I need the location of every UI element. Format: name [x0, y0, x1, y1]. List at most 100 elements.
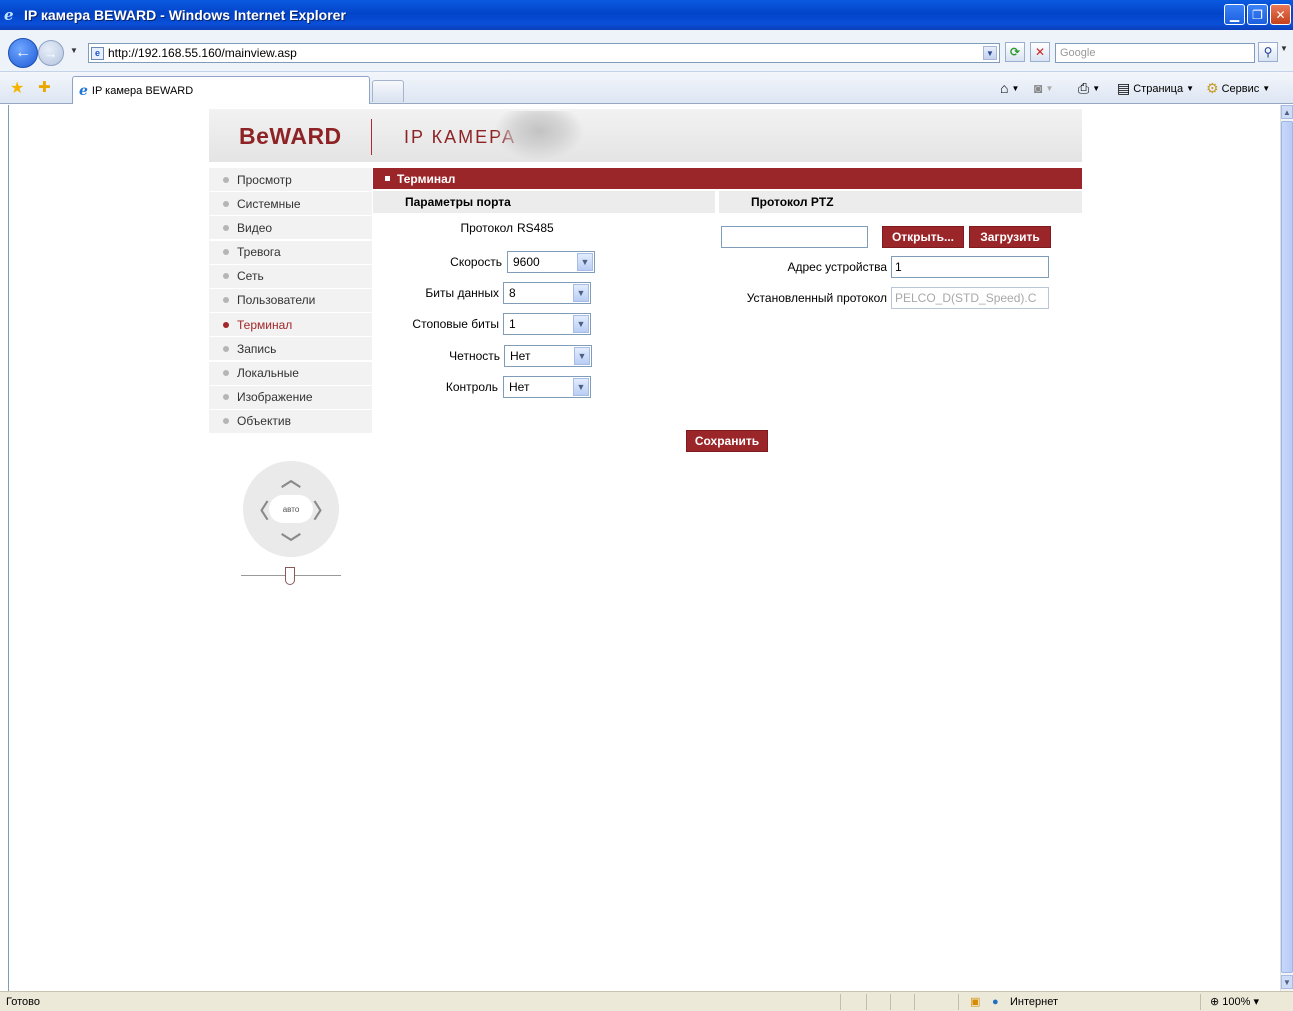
- stop-button[interactable]: ✕: [1030, 42, 1050, 62]
- ptz-down-icon[interactable]: ﹀: [279, 529, 303, 555]
- protocol-value: RS485: [517, 221, 554, 235]
- close-button[interactable]: ✕: [1270, 4, 1291, 25]
- address-toolbar: ← → ▼ e http://192.168.55.160/mainview.a…: [0, 30, 1293, 72]
- tab-beward[interactable]: e IP камера BEWARD: [72, 76, 370, 104]
- page-menu-icon: ▤: [1117, 80, 1131, 96]
- popup-blocker-icon[interactable]: ▣: [970, 995, 980, 1008]
- bullet-icon: [223, 321, 229, 328]
- parity-select[interactable]: Нет ▼: [504, 345, 592, 367]
- vertical-scrollbar[interactable]: ▲ ▼: [1280, 105, 1293, 991]
- ptz-right-icon[interactable]: 〉: [311, 497, 335, 523]
- menu-item-record[interactable]: Запись: [209, 337, 372, 361]
- add-favorites-icon[interactable]: ✚: [38, 78, 51, 96]
- security-zone: Интернет: [1010, 995, 1058, 1008]
- menu-item-users[interactable]: Пользователи: [209, 288, 372, 312]
- menu-item-label: Тревога: [237, 245, 281, 260]
- menu-item-label: Объектив: [237, 414, 291, 429]
- recent-pages-dropdown[interactable]: ▼: [70, 46, 78, 55]
- menu-item-label: Изображение: [237, 390, 313, 405]
- bullet-icon: [223, 176, 229, 183]
- ie-logo-icon: e: [4, 6, 14, 24]
- page-menu-label: Страница: [1133, 82, 1184, 95]
- tools-menu[interactable]: ⚙ Сервис ▼: [1206, 80, 1270, 97]
- device-address-row: Адрес устройства 1: [721, 256, 1049, 278]
- printer-icon: ⎙: [1078, 80, 1090, 96]
- protocol-file-input[interactable]: [721, 226, 868, 248]
- databits-row: Биты данных 8 ▼: [373, 282, 591, 304]
- ptz-auto-button[interactable]: авто: [269, 495, 313, 523]
- window-title: IP камера BEWARD - Windows Internet Expl…: [24, 7, 346, 23]
- chevron-down-icon[interactable]: ▼: [573, 378, 589, 396]
- page-menu[interactable]: ▤ Страница ▼: [1117, 80, 1194, 97]
- zoom-slider-thumb[interactable]: [285, 567, 295, 585]
- print-button[interactable]: ⎙ ▼: [1078, 80, 1100, 97]
- new-tab-button[interactable]: [372, 80, 404, 102]
- scroll-up-icon[interactable]: ▲: [1281, 105, 1293, 119]
- bullet-icon: [223, 394, 229, 401]
- save-button[interactable]: Сохранить: [686, 430, 768, 452]
- gear-icon: ⚙: [1206, 80, 1219, 96]
- restore-button[interactable]: ❐: [1247, 4, 1268, 25]
- menu-item-lens[interactable]: Объектив: [209, 409, 372, 433]
- menu-item-network[interactable]: Сеть: [209, 264, 372, 288]
- menu-item-system[interactable]: Системные: [209, 192, 372, 216]
- section-title: Терминал: [373, 168, 1082, 189]
- speed-row: Скорость 9600 ▼: [373, 251, 595, 273]
- zoom-value: 100%: [1222, 996, 1251, 1008]
- parity-select-value: Нет: [510, 349, 531, 363]
- search-input[interactable]: Google: [1055, 43, 1255, 63]
- ptz-up-icon[interactable]: ︿: [279, 465, 303, 491]
- stopbits-select-value: 1: [509, 317, 516, 331]
- beward-logo: BeWARD: [239, 123, 342, 149]
- databits-select[interactable]: 8 ▼: [503, 282, 591, 304]
- scroll-thumb[interactable]: [1281, 121, 1293, 973]
- minimize-button[interactable]: ▁: [1224, 4, 1245, 25]
- menu-item-alarm[interactable]: Тревога: [209, 240, 372, 264]
- menu-item-view[interactable]: Просмотр: [209, 168, 372, 191]
- address-input[interactable]: e http://192.168.55.160/mainview.asp ▼: [88, 43, 1000, 63]
- ptz-control: ︿ ﹀ 〈 〉 авто: [243, 461, 339, 557]
- control-select-value: Нет: [509, 380, 530, 394]
- bullet-icon: [223, 249, 229, 256]
- bullet-icon: [223, 345, 229, 352]
- status-bar: Готово ▣ ● Интернет ⊕ 100% ▾: [0, 991, 1293, 1011]
- upload-button[interactable]: Загрузить: [969, 226, 1051, 248]
- window-titlebar: e IP камера BEWARD - Windows Internet Ex…: [0, 0, 1293, 30]
- open-button[interactable]: Открыть...: [882, 226, 964, 248]
- feeds-button[interactable]: ◙ ▼: [1034, 80, 1053, 96]
- forward-button[interactable]: →: [38, 40, 64, 66]
- ptz-protocol-header: Протокол PTZ: [719, 191, 1082, 213]
- menu-item-video[interactable]: Видео: [209, 216, 372, 240]
- menu-item-local[interactable]: Локальные: [209, 361, 372, 385]
- databits-select-value: 8: [509, 286, 516, 300]
- search-button[interactable]: ⚲: [1258, 42, 1278, 62]
- bullet-icon: [223, 200, 229, 207]
- favorites-star-icon[interactable]: ★: [10, 78, 24, 98]
- protocol-row: Протокол RS485: [373, 221, 554, 235]
- menu-item-label: Локальные: [237, 366, 299, 380]
- chevron-down-icon[interactable]: ▼: [573, 315, 589, 333]
- scroll-down-icon[interactable]: ▼: [1281, 975, 1293, 989]
- menu-item-terminal[interactable]: Терминал: [209, 313, 372, 337]
- back-button[interactable]: ←: [8, 38, 38, 68]
- home-button[interactable]: ⌂ ▼: [1000, 80, 1019, 96]
- zoom-icon: ⊕: [1210, 996, 1220, 1008]
- speed-select[interactable]: 9600 ▼: [507, 251, 595, 273]
- chevron-down-icon[interactable]: ▼: [574, 347, 590, 365]
- menu-item-label: Сеть: [237, 269, 264, 284]
- device-address-input[interactable]: 1: [891, 256, 1049, 278]
- banner-divider: [371, 119, 372, 155]
- chevron-down-icon[interactable]: ▼: [577, 253, 593, 271]
- stopbits-select[interactable]: 1 ▼: [503, 313, 591, 335]
- device-address-label: Адрес устройства: [787, 260, 887, 274]
- tools-menu-label: Сервис: [1221, 82, 1260, 95]
- chevron-down-icon[interactable]: ▼: [573, 284, 589, 302]
- address-dropdown-icon[interactable]: ▼: [983, 46, 997, 60]
- refresh-button[interactable]: ⟳: [1005, 42, 1025, 62]
- ptz-left-icon[interactable]: 〈: [247, 497, 271, 523]
- zoom-level[interactable]: ⊕ 100% ▾: [1210, 995, 1259, 1008]
- search-options-dropdown[interactable]: ▼: [1280, 44, 1288, 53]
- address-url: http://192.168.55.160/mainview.asp: [108, 46, 297, 60]
- menu-item-image[interactable]: Изображение: [209, 385, 372, 409]
- control-select[interactable]: Нет ▼: [503, 376, 591, 398]
